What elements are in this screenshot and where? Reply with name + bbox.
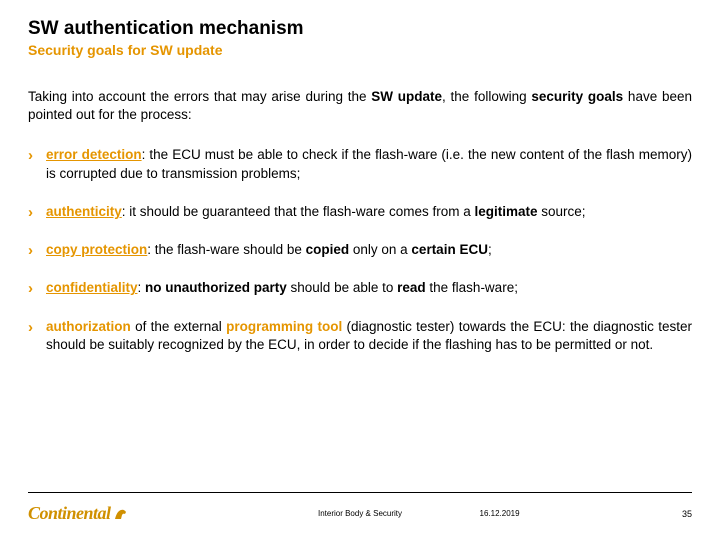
horse-icon [113, 507, 129, 521]
goal-text: the flash-ware; [426, 280, 518, 295]
goal-text: source; [538, 204, 586, 219]
goal-text: : the ECU must be able to check if the f… [46, 147, 692, 180]
footer-division: Interior Body & Security [318, 509, 402, 518]
goal-copy-protection: › copy protection: the flash-ware should… [28, 241, 692, 259]
goal-keyword: error detection [46, 147, 142, 162]
goal-text: : [138, 280, 146, 295]
intro-text: Taking into account the errors that may … [28, 89, 371, 104]
goal-keyword-2: programming tool [226, 319, 342, 334]
goal-text: should be able to [287, 280, 397, 295]
slide-subtitle: Security goals for SW update [28, 42, 692, 58]
slide-content: SW authentication mechanism Security goa… [0, 0, 720, 354]
goal-text: : it should be guaranteed that the flash… [122, 204, 475, 219]
bullet-marker-icon: › [28, 318, 33, 338]
goal-text: ; [488, 242, 492, 257]
goal-error-detection: › error detection: the ECU must be able … [28, 146, 692, 182]
intro-bold-2: security goals [531, 89, 623, 104]
goal-keyword: confidentiality [46, 280, 138, 295]
goal-keyword: authorization [46, 319, 131, 334]
goal-list: › error detection: the ECU must be able … [28, 146, 692, 354]
goal-bold: copied [306, 242, 350, 257]
goal-authorization: › authorization of the external programm… [28, 318, 692, 354]
slide-footer: Continental Interior Body & Security 16.… [28, 492, 692, 524]
intro-text-2: , the following [442, 89, 531, 104]
goal-keyword: copy protection [46, 242, 147, 257]
goal-text: only on a [349, 242, 411, 257]
bullet-marker-icon: › [28, 203, 33, 223]
goal-confidentiality: › confidentiality: no unauthorized party… [28, 279, 692, 297]
slide-title: SW authentication mechanism [28, 18, 692, 40]
goal-bold: certain ECU [411, 242, 488, 257]
intro-paragraph: Taking into account the errors that may … [28, 88, 692, 124]
goal-text: of the external [131, 319, 226, 334]
footer-page-number: 35 [682, 509, 692, 519]
goal-bold: no unauthorized party [145, 280, 287, 295]
goal-authenticity: › authenticity: it should be guaranteed … [28, 203, 692, 221]
footer-date: 16.12.2019 [480, 509, 520, 518]
footer-divider [28, 492, 692, 493]
intro-bold-1: SW update [371, 89, 442, 104]
goal-text: : the flash-ware should be [147, 242, 305, 257]
bullet-marker-icon: › [28, 241, 33, 261]
goal-bold: legitimate [474, 204, 537, 219]
continental-logo: Continental [28, 503, 129, 524]
goal-keyword: authenticity [46, 204, 122, 219]
logo-text: Continental [28, 503, 111, 524]
footer-row: Continental Interior Body & Security 16.… [28, 503, 692, 524]
bullet-marker-icon: › [28, 279, 33, 299]
goal-bold: read [397, 280, 426, 295]
bullet-marker-icon: › [28, 146, 33, 166]
